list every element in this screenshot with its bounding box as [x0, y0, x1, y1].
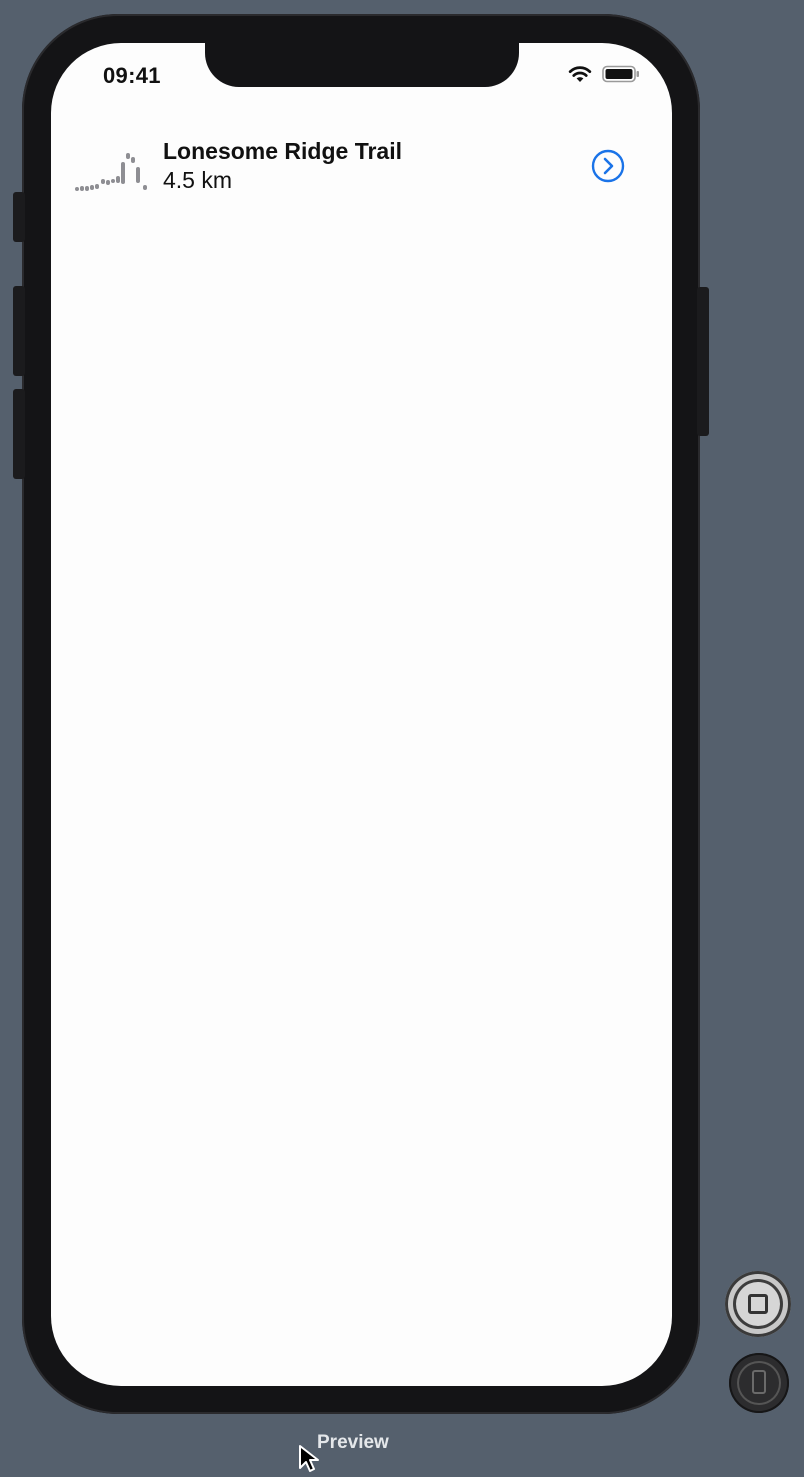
silent-switch — [13, 192, 25, 242]
trail-distance: 4.5 km — [163, 167, 233, 193]
trail-text: Lonesome Ridge Trail 4.5 km — [163, 137, 402, 195]
stop-square-icon — [748, 1294, 768, 1314]
device-screen: 09:41 Lonesome Ridge Trail 4.5 km — [51, 43, 672, 1386]
status-time: 09:41 — [103, 63, 161, 88]
preview-label: Preview — [317, 1432, 389, 1453]
chevron-right-circle-icon[interactable] — [591, 149, 625, 183]
status-icons — [568, 65, 640, 88]
volume-up-button — [13, 286, 25, 376]
mouse-cursor-icon — [298, 1444, 324, 1477]
trail-row[interactable]: Lonesome Ridge Trail 4.5 km — [51, 133, 672, 203]
live-preview-button[interactable] — [725, 1271, 791, 1337]
power-button — [697, 287, 709, 436]
device-icon — [752, 1370, 766, 1394]
elevation-graph-icon — [75, 147, 155, 198]
notch — [205, 43, 519, 87]
device-settings-button[interactable] — [729, 1353, 789, 1413]
battery-icon — [602, 65, 640, 88]
wifi-icon — [568, 65, 592, 88]
volume-down-button — [13, 389, 25, 479]
trail-name: Lonesome Ridge Trail — [163, 138, 402, 164]
